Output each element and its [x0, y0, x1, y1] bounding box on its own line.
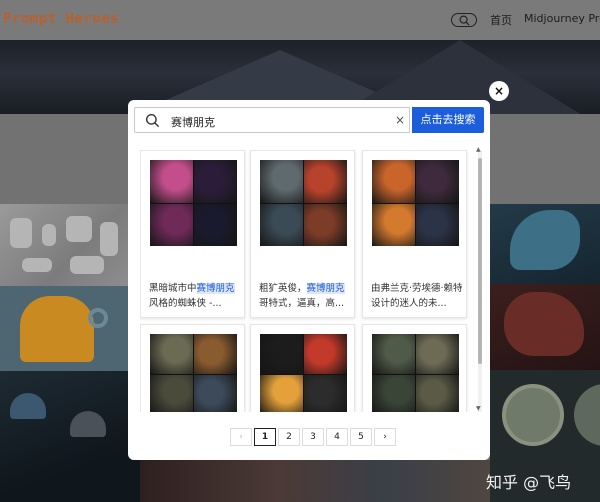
thumbnail-quadrant [304, 334, 347, 374]
result-thumbnail[interactable] [372, 334, 459, 412]
thumbnail-quadrant [372, 203, 415, 246]
keyword-highlight: 赛博朋克 [306, 283, 345, 294]
thumbnail-quadrant [260, 334, 303, 374]
pagination-next-button[interactable]: › [374, 428, 396, 446]
keyword-highlight: 赛博朋克 [196, 283, 235, 294]
result-card[interactable] [362, 324, 467, 412]
result-description: 由弗兰克·劳埃德·赖特设计的迷人的未... [371, 283, 463, 309]
top-navigation-bar: Prompt Heroes 首页 Midjourney Promp [0, 0, 600, 40]
thumbnail-quadrant [194, 160, 237, 203]
search-results-grid: 黑暗城市中赛博朋克风格的蜘蛛侠 -... 粗犷英俊，赛博朋克哥特式，逼真，高...… [140, 150, 476, 412]
result-description: 黑暗城市中赛博朋克风格的蜘蛛侠 -... [149, 283, 235, 309]
pagination-prev-button[interactable]: ‹ [230, 428, 252, 446]
thumbnail-quadrant [416, 203, 459, 246]
thumbnail-quadrant [260, 374, 303, 412]
search-submit-button[interactable]: 点击去搜索 [412, 107, 484, 133]
gallery-image-dark[interactable] [0, 371, 140, 502]
result-card[interactable]: 黑暗城市中赛博朋克风格的蜘蛛侠 -... [140, 150, 245, 318]
result-thumbnail[interactable] [260, 160, 347, 246]
result-thumbnail[interactable] [260, 334, 347, 412]
thumbnail-quadrant [372, 374, 415, 412]
scrollbar-thumb[interactable] [478, 158, 482, 364]
gallery-image-dragon-blue[interactable] [490, 204, 600, 284]
thumbnail-quadrant [304, 374, 347, 412]
pagination-page-2[interactable]: 2 [278, 428, 300, 446]
thumbnail-quadrant [150, 160, 193, 203]
gallery-image-jacket[interactable] [0, 286, 128, 371]
gallery-image-gear[interactable] [0, 204, 128, 286]
pagination: ‹ 1 2 3 4 5 › [230, 428, 398, 446]
thumbnail-quadrant [304, 160, 347, 203]
result-card[interactable]: 粗犷英俊，赛博朋克哥特式，逼真，高... [250, 150, 355, 318]
gallery-image-bottom[interactable] [140, 460, 490, 502]
modal-close-button[interactable]: × [489, 81, 509, 101]
pagination-page-4[interactable]: 4 [326, 428, 348, 446]
search-modal: 赛博朋克 × 点击去搜索 黑暗城市中赛博朋克风格的蜘蛛侠 -... 粗犷英俊，赛博… [128, 100, 490, 460]
thumbnail-quadrant [150, 203, 193, 246]
scroll-down-arrow-icon[interactable]: ▼ [476, 405, 481, 412]
thumbnail-quadrant [416, 374, 459, 412]
pagination-page-1[interactable]: 1 [254, 428, 276, 446]
search-query-text[interactable]: 赛博朋克 [171, 114, 215, 130]
thumbnail-quadrant [194, 334, 237, 374]
site-logo[interactable]: Prompt Heroes [3, 11, 119, 27]
search-input[interactable]: 赛博朋克 × [134, 107, 410, 133]
thumbnail-quadrant [372, 160, 415, 203]
nav-link-midjourney-prompts[interactable]: Midjourney Promp [524, 12, 600, 25]
nav-link-home[interactable]: 首页 [490, 12, 512, 28]
thumbnail-quadrant [260, 160, 303, 203]
thumbnail-quadrant [260, 203, 303, 246]
pagination-page-5[interactable]: 5 [350, 428, 372, 446]
result-description: 粗犷英俊，赛博朋克哥特式，逼真，高... [259, 283, 345, 309]
pagination-page-3[interactable]: 3 [302, 428, 324, 446]
result-card[interactable] [140, 324, 245, 412]
clear-search-icon[interactable]: × [395, 113, 405, 127]
scroll-up-arrow-icon[interactable]: ▲ [476, 146, 481, 153]
search-icon [459, 15, 470, 26]
watermark-text: 知乎 @飞鸟 [486, 473, 572, 492]
thumbnail-quadrant [194, 374, 237, 412]
thumbnail-quadrant [150, 334, 193, 374]
result-card[interactable] [250, 324, 355, 412]
search-icon [145, 113, 160, 128]
result-thumbnail[interactable] [150, 160, 237, 246]
thumbnail-quadrant [304, 203, 347, 246]
gallery-image-dragon-red[interactable] [490, 284, 600, 370]
thumbnail-quadrant [150, 374, 193, 412]
thumbnail-quadrant [416, 160, 459, 203]
result-thumbnail[interactable] [372, 160, 459, 246]
thumbnail-quadrant [372, 334, 415, 374]
result-card[interactable]: 由弗兰克·劳埃德·赖特设计的迷人的未... [362, 150, 467, 318]
thumbnail-quadrant [194, 203, 237, 246]
result-thumbnail[interactable] [150, 334, 237, 412]
thumbnail-quadrant [416, 334, 459, 374]
header-search-button[interactable] [451, 13, 477, 27]
